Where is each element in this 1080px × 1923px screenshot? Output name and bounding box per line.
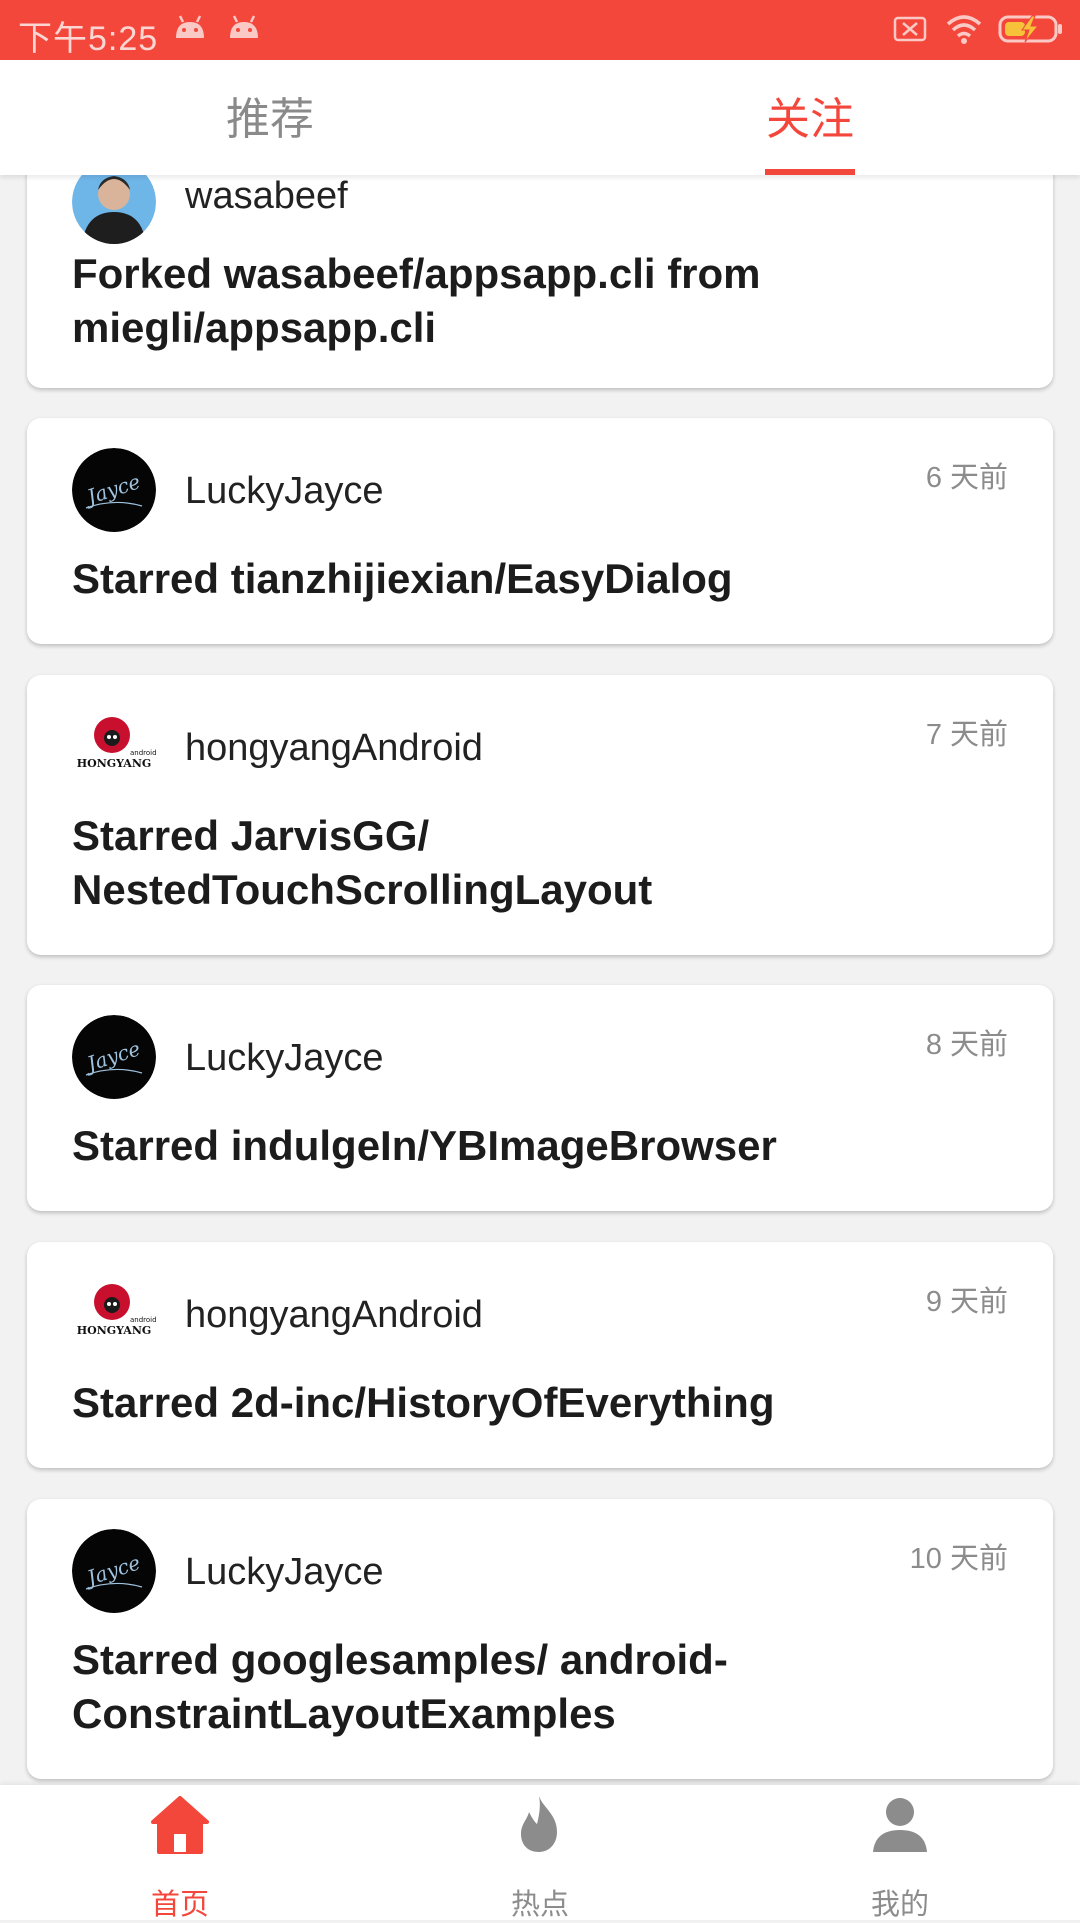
nav-home-label: 首页 [150,1889,209,1921]
event-text: Starred indulgeIn/YBImageBrowser [72,1122,777,1169]
android-notification-icon [176,15,204,38]
bottom-navigation: 首页 热点 我的 [0,1785,1080,1921]
username[interactable]: LuckyJayce [185,470,384,513]
user-avatar[interactable]: Jayce [72,1015,156,1099]
nav-hot[interactable]: 热点 [440,1785,640,1921]
user-avatar[interactable]: android HONGYANG [72,1272,156,1356]
tab-recommend[interactable]: 推荐 [170,60,370,175]
svg-text:HONGYANG: HONGYANG [77,757,152,770]
nav-hot-label: 热点 [510,1889,569,1921]
user-avatar[interactable] [72,175,156,244]
tab-recommend-label: 推荐 [226,95,314,144]
username[interactable]: LuckyJayce [185,1037,384,1080]
user-avatar[interactable]: Jayce [72,1529,156,1613]
nav-mine[interactable]: 我的 [800,1785,1000,1921]
person-icon [873,1798,927,1852]
username[interactable]: hongyangAndroid [185,1294,483,1337]
no-sim-icon [893,16,927,42]
username[interactable]: LuckyJayce [185,1551,384,1594]
time-ago: 7 天前 [925,719,1008,751]
time-ago: 6 天前 [925,462,1008,494]
svg-text:android: android [130,1316,156,1324]
active-tab-indicator [765,169,855,175]
feed-card[interactable]: android HONGYANG hongyangAndroid 7 天前 St… [27,675,1053,955]
wifi-icon [946,15,982,44]
username[interactable]: hongyangAndroid [185,727,483,770]
user-avatar[interactable]: Jayce [72,448,156,532]
activity-feed[interactable]: wasabeef Forked wasabeef/appsapp.cli fro… [0,175,1080,1785]
tab-following-label: 关注 [766,95,854,144]
user-avatar[interactable]: android HONGYANG [72,705,156,789]
feed-card[interactable]: Jayce LuckyJayce 8 天前 Starred indulgeIn/… [27,985,1053,1211]
flame-icon [521,1796,557,1852]
nav-mine-label: 我的 [870,1889,929,1921]
username[interactable]: wasabeef [185,175,348,218]
top-tab-bar: 推荐 关注 [0,60,1080,175]
nav-home[interactable]: 首页 [80,1785,280,1921]
home-icon [151,1796,209,1854]
feed-card[interactable]: android HONGYANG hongyangAndroid 9 天前 St… [27,1242,1053,1468]
battery-charging-icon [998,15,1062,43]
feed-card[interactable]: Jayce LuckyJayce 6 天前 Starred tianzhijie… [27,418,1053,644]
svg-text:android: android [130,749,156,757]
event-text: Starred googlesamples/ android-Constrain… [72,1636,728,1737]
android-notification-icon [230,15,258,38]
event-text: Starred 2d-inc/HistoryOfEverything [72,1379,775,1426]
event-text: Starred tianzhijiexian/EasyDialog [72,555,733,602]
status-bar: 下午5:25 [0,0,1080,60]
event-text: Forked wasabeef/appsapp.cli from miegli/… [72,250,761,351]
status-time: 下午5:25 [18,20,159,58]
time-ago: 8 天前 [925,1029,1008,1061]
svg-text:HONGYANG: HONGYANG [77,1324,152,1337]
event-text: Starred JarvisGG/ NestedTouchScrollingLa… [72,812,653,913]
time-ago: 9 天前 [925,1286,1008,1318]
tab-following[interactable]: 关注 [710,60,910,175]
time-ago: 10 天前 [909,1543,1008,1575]
feed-card[interactable]: wasabeef Forked wasabeef/appsapp.cli fro… [27,175,1053,388]
feed-card[interactable]: Jayce LuckyJayce 10 天前 Starred googlesam… [27,1499,1053,1779]
